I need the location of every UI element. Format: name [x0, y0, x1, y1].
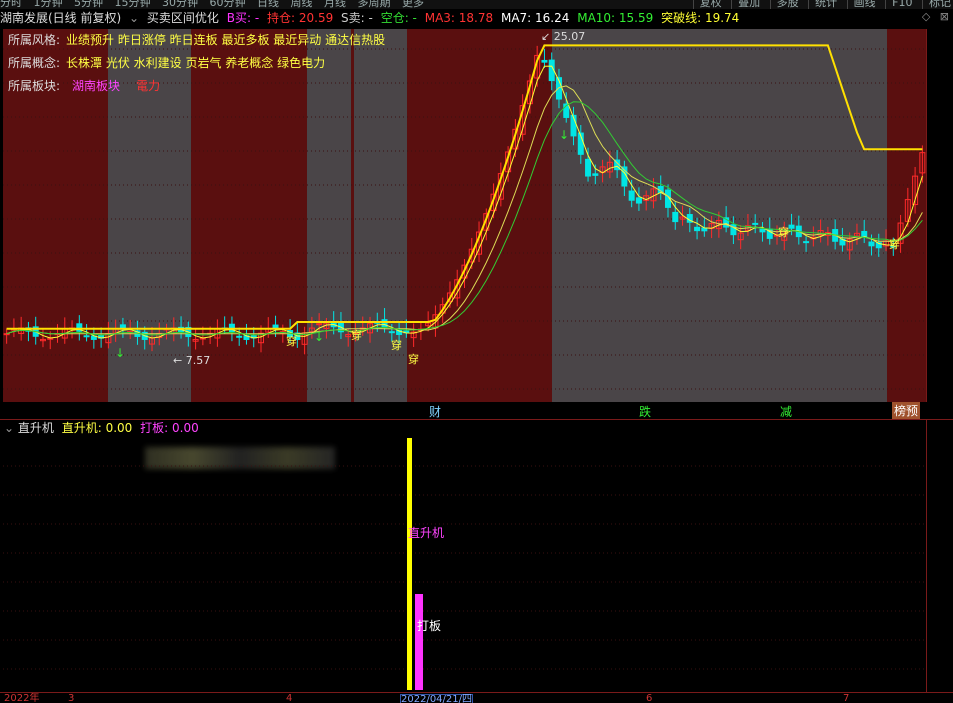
candle	[635, 197, 642, 204]
candle	[592, 173, 599, 176]
tab-60min[interactable]: 60分钟	[210, 0, 246, 9]
tab-1min[interactable]: 1分钟	[34, 0, 63, 9]
date-axis: 2022年 3 4 2022/04/21/四 6 7	[0, 692, 953, 703]
ma3-value: MA3: 18.78	[424, 11, 494, 25]
cross-mark: 穿	[408, 352, 419, 366]
cross-mark: 穿	[391, 338, 402, 352]
cross-mark: 穿	[778, 225, 789, 239]
window-controls: ◇ ⊠	[922, 10, 949, 23]
sell-arrow-icon: ↓	[115, 346, 125, 360]
ma7-value: MA7: 16.24	[500, 11, 570, 25]
event-cai[interactable]: 财	[429, 403, 441, 420]
chart-title-bar: 湖南发展(日线 前复权) ⌄ 买卖区间优化 B买: - 持仓: 20.59 S卖…	[0, 9, 953, 28]
sub-indicator-name[interactable]: 直升机	[18, 421, 54, 435]
s-sell-value: S卖: -	[341, 11, 373, 25]
sector-power[interactable]: 電力	[136, 79, 160, 93]
concept-label: 所属概念:	[8, 56, 61, 70]
sub-val-zhishengji: 直升机: 0.00	[61, 421, 133, 435]
chevron-down-icon[interactable]: ⌄	[4, 421, 14, 435]
tab-30min[interactable]: 30分钟	[162, 0, 198, 9]
daban-bar-label: 打板	[417, 619, 441, 633]
tab-weekly[interactable]: 周线	[291, 0, 313, 9]
tab-more[interactable]: 更多	[402, 0, 424, 9]
candle	[3, 333, 10, 336]
candle	[541, 59, 548, 63]
stock-info-panel: 所属风格: 业绩预升 昨日涨停 昨日连板 最近多板 最近异动 通达信热股 所属概念…	[8, 29, 391, 98]
chevron-down-icon[interactable]: ⌄	[129, 11, 139, 25]
diamond-icon[interactable]: ◇	[922, 10, 930, 23]
cross-mark: 穿	[286, 334, 297, 348]
tab-5min[interactable]: 5分钟	[74, 0, 103, 9]
sub-indicator-chart[interactable]: 直升机 打板	[3, 437, 926, 692]
candle	[868, 241, 875, 247]
candle	[752, 222, 759, 225]
draw-button[interactable]: 画线	[846, 0, 876, 9]
b-buy-value: B买: -	[226, 11, 260, 25]
close-icon[interactable]: ⊠	[940, 10, 949, 23]
candle	[585, 158, 592, 177]
tab-monthly[interactable]: 月线	[324, 0, 346, 9]
candle	[83, 335, 90, 338]
candle	[672, 211, 679, 223]
style-value: 业绩预升 昨日涨停 昨日连板 最近多板 最近异动 通达信热股	[66, 33, 386, 47]
event-die[interactable]: 跌	[639, 403, 651, 420]
breakout-value: 突破线: 19.74	[661, 11, 740, 25]
f10-button[interactable]: F10	[885, 0, 913, 9]
candle	[628, 190, 635, 201]
hold-value: 持仓: 20.59	[267, 11, 334, 25]
style-label: 所属风格:	[8, 33, 61, 47]
mark-button[interactable]: 标记	[922, 0, 951, 9]
sub-axis	[926, 419, 953, 692]
multi-stock-button[interactable]: 多股	[769, 0, 799, 9]
tab-15min[interactable]: 15分钟	[115, 0, 151, 9]
low-price-label: ← 7.57	[173, 354, 210, 367]
candle	[788, 224, 795, 229]
daban-bar	[415, 594, 423, 690]
empty-value: 空仓: -	[380, 11, 417, 25]
zhishengji-bar	[407, 438, 412, 690]
candle	[119, 324, 126, 329]
tab-multi-period[interactable]: 多周期	[358, 0, 391, 9]
candle	[388, 331, 395, 334]
sector-label: 所属板块:	[8, 79, 61, 93]
price-axis	[926, 29, 953, 402]
sub-val-daban: 打板: 0.00	[140, 421, 199, 435]
stats-button[interactable]: 统计	[808, 0, 838, 9]
stock-title: 湖南发展(日线 前复权)	[0, 11, 122, 25]
sell-arrow-icon: ↓	[314, 330, 324, 344]
restore-right-button[interactable]: 复权	[692, 0, 722, 9]
cross-mark: 穿	[351, 328, 362, 342]
indicator-name[interactable]: 买卖区间优化	[147, 11, 219, 25]
event-bang[interactable]: 榜预	[892, 402, 921, 419]
cross-mark: 穿	[889, 237, 900, 251]
event-jian[interactable]: 减	[780, 403, 792, 420]
tab-fenshi[interactable]: 分时	[0, 0, 22, 9]
event-row: 财 跌 减 榜预	[0, 402, 953, 420]
candle	[236, 335, 243, 338]
sub-indicator-title: ⌄ 直升机 直升机: 0.00 打板: 0.00	[4, 419, 199, 437]
high-price-label: ↙ 25.07	[541, 30, 585, 43]
candle	[694, 226, 701, 232]
sell-arrow-icon: ↓	[559, 128, 569, 142]
candle	[759, 228, 766, 233]
tab-daily[interactable]: 日线	[257, 0, 279, 9]
candle	[803, 241, 810, 244]
concept-value: 长株潭 光伏 水利建设 页岩气 养老概念 绿色电力	[66, 56, 326, 70]
overlay-button[interactable]: 叠加	[731, 0, 761, 9]
sector-hunan[interactable]: 湖南板块	[72, 79, 120, 93]
candle	[316, 323, 323, 326]
zhishengji-bar-label: 直升机	[408, 526, 444, 540]
candle	[381, 319, 388, 328]
ma10-value: MA10: 15.59	[577, 11, 654, 25]
candle	[272, 324, 279, 329]
